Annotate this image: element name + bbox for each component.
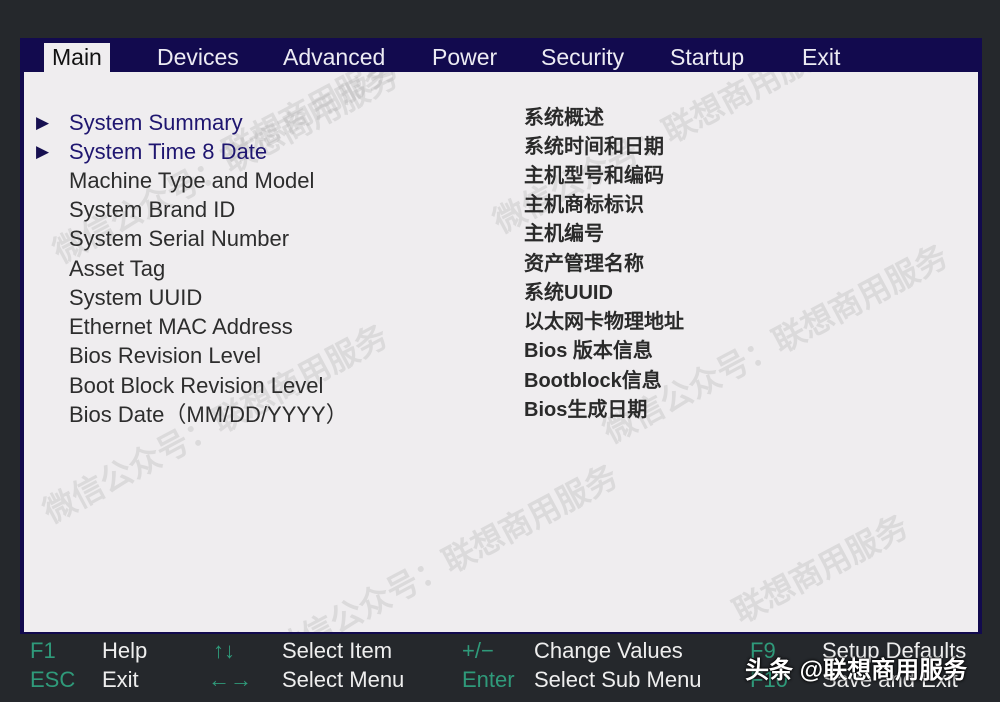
key-enter: Enter [462, 667, 515, 692]
item-description: 资产管理名称 [524, 253, 644, 275]
menu-item-brand-id[interactable]: System Brand ID [69, 195, 235, 224]
menu-tabs: Main Devices Advanced Power Security Sta… [20, 38, 982, 72]
item-description: 系统概述 [524, 107, 604, 129]
left-right-arrows-icon: ←→ [208, 667, 252, 692]
tab-advanced[interactable]: Advanced [275, 43, 393, 72]
tab-power[interactable]: Power [424, 43, 505, 72]
item-description: Bios 版本信息 [524, 340, 653, 362]
menu-item-system-time-date[interactable]: ▶ System Time 8 Date [36, 137, 268, 166]
item-label: System Time 8 Date [69, 139, 268, 164]
help-label: Help [102, 638, 148, 663]
key-esc: ESC [30, 667, 76, 692]
key-plus-minus: +/− [462, 638, 494, 663]
item-description: Bios生成日期 [524, 399, 648, 421]
select-item-label: Select Item [282, 638, 393, 663]
menu-item-asset-tag[interactable]: Asset Tag [69, 254, 165, 283]
tab-startup[interactable]: Startup [662, 43, 752, 72]
watermark: 微信公众号：联想商用服务 [267, 457, 624, 632]
bios-window: Main Devices Advanced Power Security Sta… [20, 38, 982, 634]
item-description: 以太网卡物理地址 [524, 311, 684, 333]
menu-item-system-uuid[interactable]: System UUID [69, 283, 202, 312]
tab-security[interactable]: Security [533, 43, 632, 72]
menu-item-machine-type[interactable]: Machine Type and Model [69, 166, 314, 195]
tab-main[interactable]: Main [44, 43, 110, 72]
menu-item-bios-revision[interactable]: Bios Revision Level [69, 341, 261, 370]
menu-item-mac-address[interactable]: Ethernet MAC Address [69, 312, 293, 341]
exit-label: Exit [102, 667, 139, 692]
key-f1: F1 [30, 638, 56, 663]
toutiao-watermark: 头条 @联想商用服务 [745, 657, 968, 684]
watermark: 联想商用服务 [727, 508, 914, 630]
main-panel: 联想商用服务 微信公众号：联想商用服务 微信公众号：联想商用服务 微信公众号：联… [24, 72, 978, 632]
item-description: Bootblock信息 [524, 370, 662, 392]
menu-item-bios-date[interactable]: Bios Date（MM/DD/YYYY） [69, 400, 348, 429]
item-description: 主机商标标识 [524, 194, 644, 216]
up-down-arrows-icon: ↑↓ [213, 638, 235, 663]
select-sub-menu-label: Select Sub Menu [534, 667, 702, 692]
menu-item-system-summary[interactable]: ▶ System Summary [36, 108, 243, 137]
submenu-arrow-icon: ▶ [36, 113, 50, 132]
tab-exit[interactable]: Exit [794, 43, 848, 72]
select-menu-label: Select Menu [282, 667, 405, 692]
item-label: System Summary [69, 110, 243, 135]
menu-item-boot-block-revision[interactable]: Boot Block Revision Level [69, 371, 323, 400]
item-description: 主机编号 [524, 223, 604, 245]
change-values-label: Change Values [534, 638, 683, 663]
item-description: 系统UUID [524, 282, 613, 304]
item-description: 系统时间和日期 [524, 136, 664, 158]
submenu-arrow-icon: ▶ [36, 142, 50, 161]
item-description: 主机型号和编码 [524, 165, 664, 187]
tab-devices[interactable]: Devices [149, 43, 247, 72]
menu-item-serial-number[interactable]: System Serial Number [69, 224, 289, 253]
